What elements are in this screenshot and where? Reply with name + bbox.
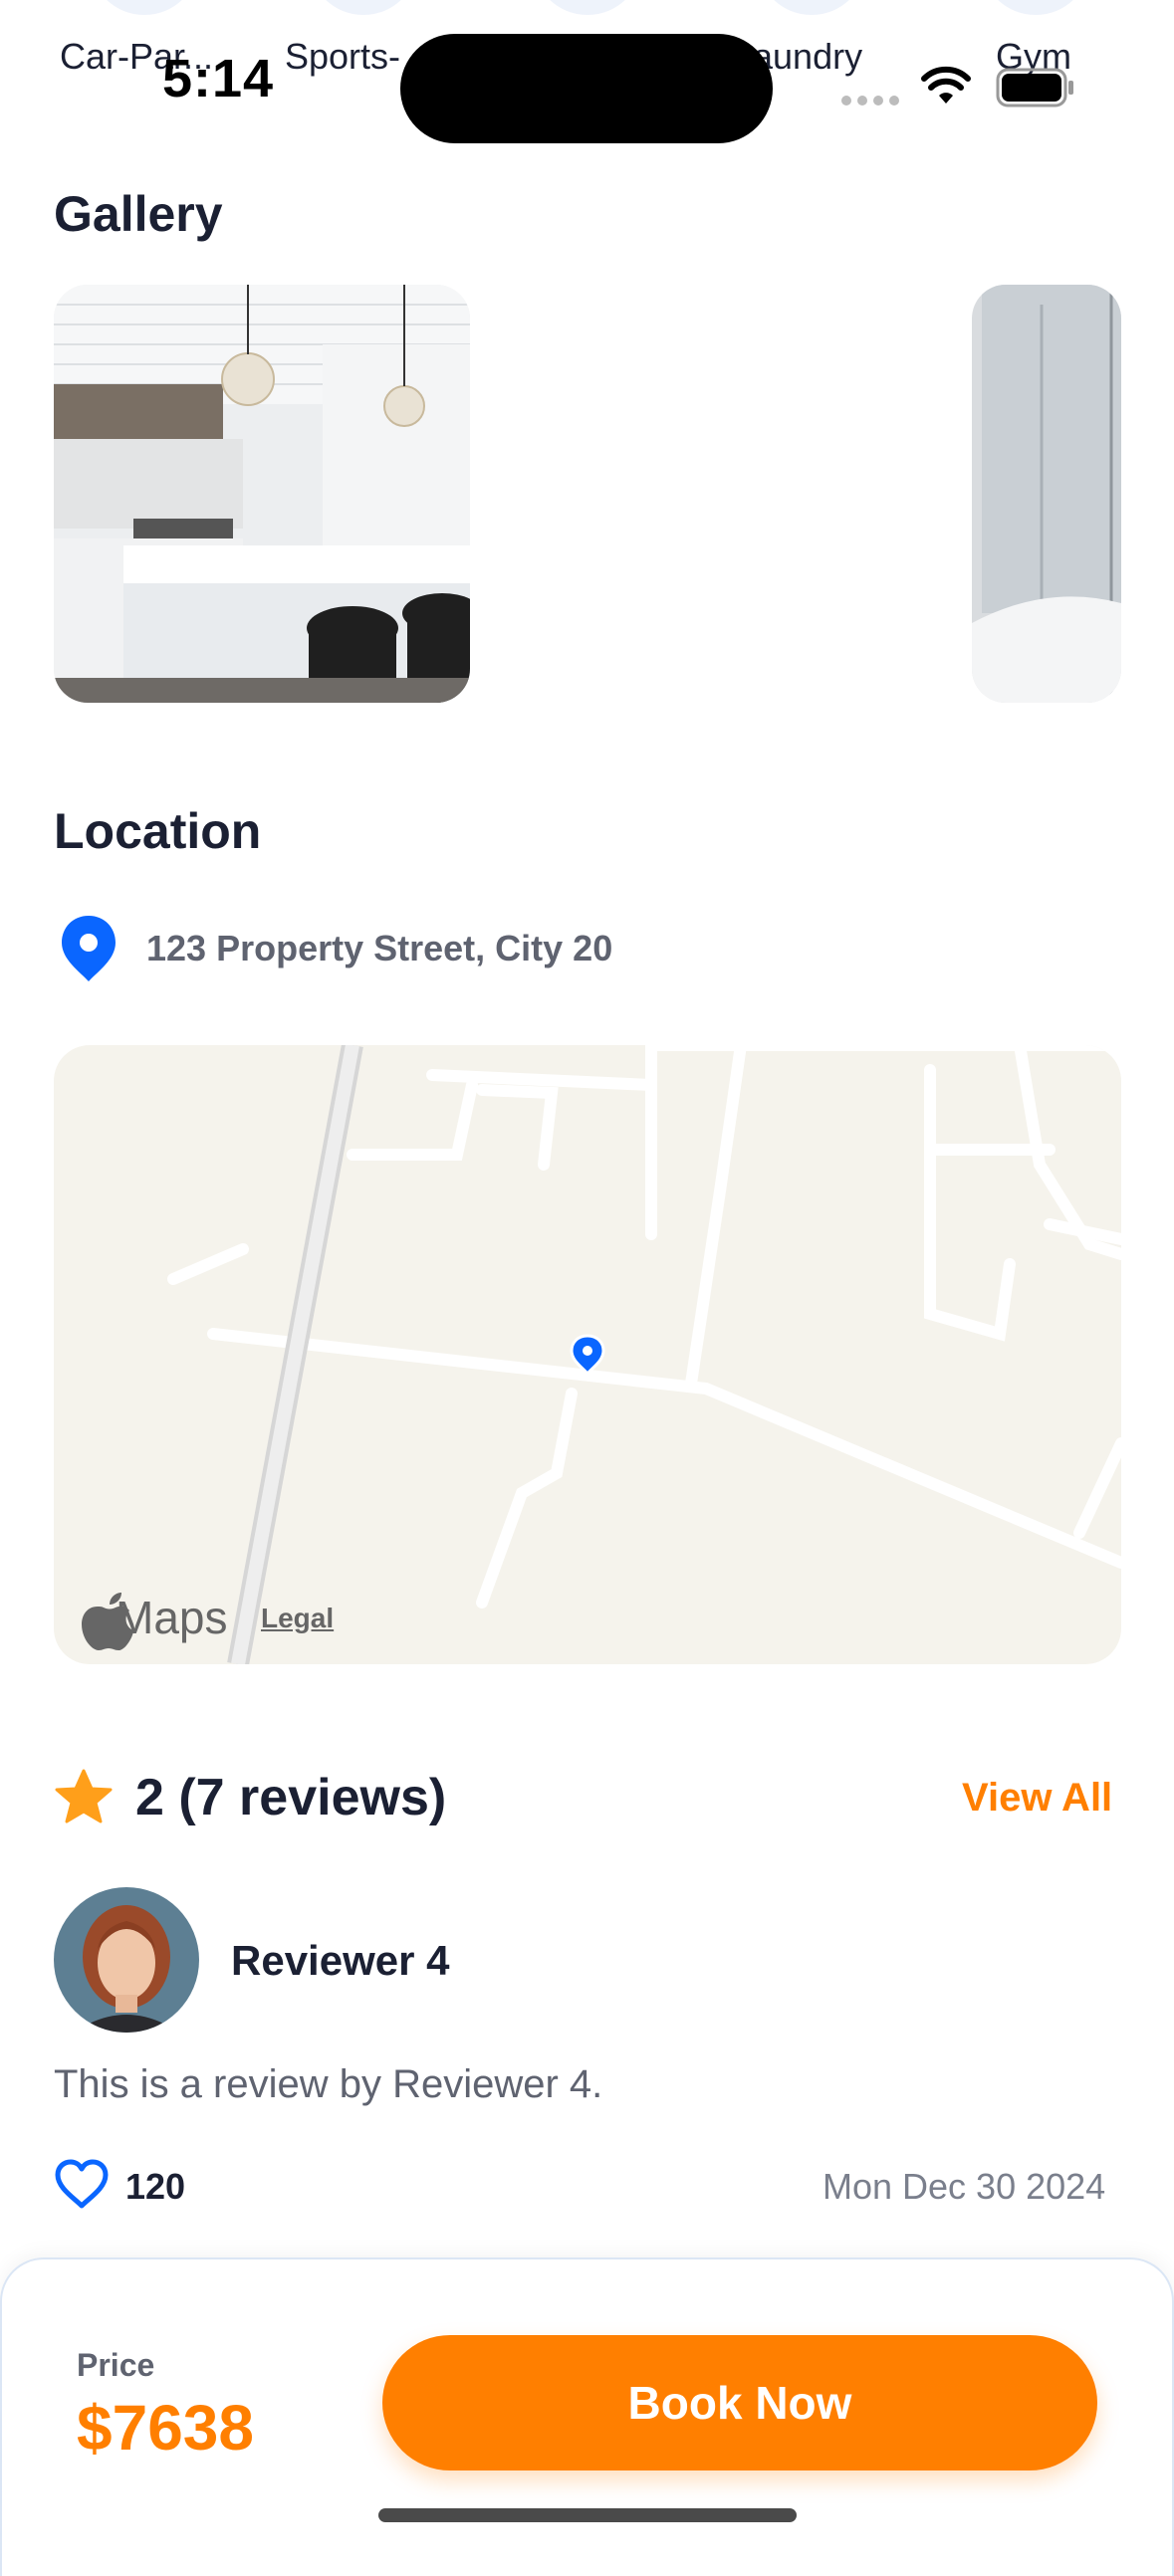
heart-icon[interactable] bbox=[54, 2158, 110, 2210]
gallery-image-kitchen[interactable] bbox=[54, 285, 470, 703]
dynamic-island bbox=[400, 34, 773, 143]
battery-icon bbox=[996, 68, 1073, 107]
amenity-icon-laundry[interactable] bbox=[757, 0, 866, 15]
map-brand-text: Maps bbox=[116, 1592, 228, 1643]
rating-summary: 2 (7 reviews) bbox=[135, 1769, 447, 1826]
amenity-label-sports: Sports- bbox=[285, 36, 401, 77]
location-title: Location bbox=[54, 803, 262, 859]
star-icon bbox=[55, 1769, 113, 1824]
location-map[interactable]: Maps Legal bbox=[54, 1045, 1121, 1664]
address-text: 123 Property Street, City 20 bbox=[146, 928, 613, 968]
view-all-reviews-link[interactable]: View All bbox=[962, 1776, 1112, 1821]
reviewer-name: Reviewer 4 bbox=[231, 1937, 450, 1984]
book-now-button[interactable]: Book Now bbox=[382, 2335, 1097, 2470]
wifi-icon bbox=[921, 66, 971, 104]
gallery-title: Gallery bbox=[54, 186, 223, 242]
amenity-icon-car-parking[interactable] bbox=[90, 0, 199, 15]
amenity-icon-gym[interactable] bbox=[981, 0, 1090, 15]
review-date: Mon Dec 30 2024 bbox=[822, 2166, 1106, 2207]
map-marker-icon bbox=[570, 1334, 605, 1377]
home-indicator[interactable] bbox=[378, 2508, 797, 2522]
map-legal-link[interactable]: Legal bbox=[261, 1603, 334, 1634]
amenity-icon-sports[interactable] bbox=[309, 0, 418, 15]
gallery-image-bathroom[interactable] bbox=[972, 285, 1121, 703]
location-pin-icon bbox=[62, 916, 116, 981]
review-text: This is a review by Reviewer 4. bbox=[54, 2062, 603, 2106]
price-label: Price bbox=[77, 2347, 155, 2383]
amenity-icon-pool[interactable] bbox=[533, 0, 642, 15]
reviewer-avatar bbox=[54, 1887, 199, 2033]
price-value: $7638 bbox=[77, 2392, 254, 2464]
cellular-signal-icon bbox=[841, 96, 899, 106]
likes-count: 120 bbox=[125, 2166, 186, 2207]
status-time: 5:14 bbox=[162, 49, 275, 108]
